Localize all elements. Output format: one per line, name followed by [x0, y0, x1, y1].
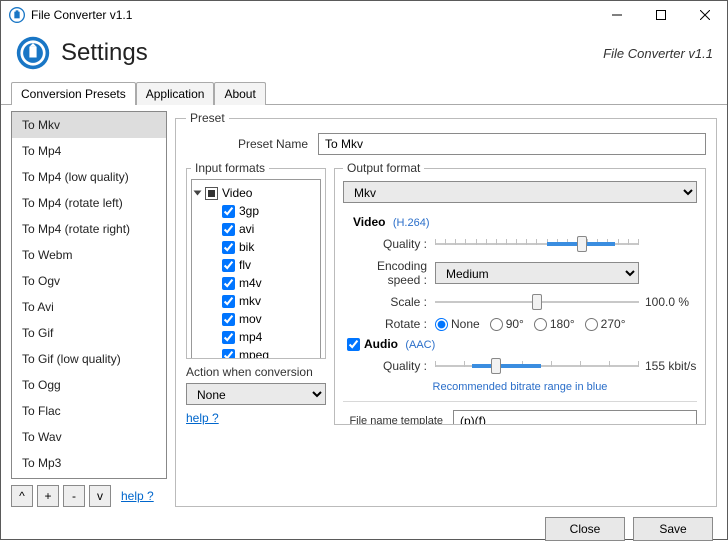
format-checkbox[interactable]	[222, 277, 235, 290]
scale-value: 100.0 %	[639, 295, 697, 309]
preset-list[interactable]: To Mkv To Mp4 To Mp4 (low quality) To Mp…	[11, 111, 167, 479]
header: Settings File Converter v1.1	[1, 29, 727, 81]
app-logo-icon	[15, 35, 51, 71]
tab-application[interactable]: Application	[136, 82, 215, 105]
output-format-select[interactable]: Mkv	[343, 181, 697, 203]
close-button[interactable]: Close	[545, 517, 625, 541]
rotate-none[interactable]: None	[435, 317, 480, 331]
version-label: File Converter v1.1	[603, 46, 713, 61]
tree-item[interactable]: 3gp	[194, 202, 318, 220]
expand-icon[interactable]	[194, 191, 202, 196]
tab-about[interactable]: About	[214, 82, 265, 105]
filename-template-input[interactable]	[453, 410, 697, 425]
format-tree[interactable]: Video 3gp avi bik flv m4v mkv mov mp4 mp…	[191, 179, 321, 359]
tree-item[interactable]: mov	[194, 310, 318, 328]
action-select[interactable]: None	[186, 383, 326, 405]
window-title: File Converter v1.1	[31, 8, 595, 22]
preset-item[interactable]: To Webm	[12, 242, 166, 268]
audio-enable-checkbox[interactable]	[347, 338, 360, 351]
output-format-fieldset: Output format Mkv Video (H.264) Quality …	[334, 161, 706, 425]
format-checkbox[interactable]	[222, 223, 235, 236]
tree-item[interactable]: flv	[194, 256, 318, 274]
filename-label: File name template	[343, 415, 453, 425]
titlebar: File Converter v1.1	[1, 1, 727, 29]
preset-item[interactable]: To Gif (low quality)	[12, 346, 166, 372]
encoding-speed-select[interactable]: Medium	[435, 262, 639, 284]
action-help-link[interactable]: help ?	[186, 411, 219, 425]
format-checkbox[interactable]	[222, 205, 235, 218]
audio-quality-slider[interactable]	[435, 357, 639, 375]
output-format-legend: Output format	[343, 161, 424, 175]
tab-conversion-presets[interactable]: Conversion Presets	[11, 82, 136, 105]
preset-name-input[interactable]	[318, 133, 706, 155]
close-window-button[interactable]	[683, 1, 727, 29]
tree-item[interactable]: m4v	[194, 274, 318, 292]
preset-fieldset: Preset Preset Name Input formats Video	[175, 111, 717, 507]
format-checkbox[interactable]	[222, 241, 235, 254]
scale-label: Scale :	[343, 295, 435, 309]
tree-item[interactable]: avi	[194, 220, 318, 238]
delete-preset-button[interactable]: -	[63, 485, 85, 507]
tabs: Conversion Presets Application About	[1, 81, 727, 105]
video-quality-label: Quality :	[343, 237, 435, 251]
video-quality-slider[interactable]	[435, 235, 639, 253]
rotate-270[interactable]: 270°	[585, 317, 626, 331]
preset-item[interactable]: To Flac	[12, 398, 166, 424]
tree-item[interactable]: bik	[194, 238, 318, 256]
preset-item[interactable]: To Gif	[12, 320, 166, 346]
app-icon	[9, 7, 25, 23]
input-formats-fieldset: Input formats Video 3gp avi bik flv m	[186, 161, 326, 359]
bitrate-recommend: Recommended bitrate range in blue	[343, 381, 697, 393]
format-checkbox[interactable]	[222, 313, 235, 326]
audio-quality-value: 155 kbit/s	[639, 359, 697, 373]
minimize-button[interactable]	[595, 1, 639, 29]
audio-quality-label: Quality :	[343, 359, 435, 373]
preset-item[interactable]: To Mp4 (low quality)	[12, 164, 166, 190]
preset-item[interactable]: To Mp4 (rotate right)	[12, 216, 166, 242]
format-checkbox[interactable]	[222, 295, 235, 308]
preset-help-link[interactable]: help ?	[121, 489, 154, 503]
tree-item[interactable]: mpeg	[194, 346, 318, 359]
preset-item[interactable]: To Mp4	[12, 138, 166, 164]
preset-legend: Preset	[186, 111, 229, 125]
tree-group-label: Video	[222, 186, 252, 200]
preset-item[interactable]: To Avi	[12, 294, 166, 320]
video-section-head: Video (H.264)	[353, 215, 697, 229]
preset-item[interactable]: To Mp4 (rotate left)	[12, 190, 166, 216]
preset-item[interactable]: To Ogg	[12, 372, 166, 398]
footer: Close Save	[1, 507, 727, 551]
save-button[interactable]: Save	[633, 517, 713, 541]
format-checkbox[interactable]	[222, 349, 235, 360]
tristate-checkbox[interactable]	[205, 187, 218, 200]
preset-item[interactable]: To Ogv	[12, 268, 166, 294]
encoding-speed-label: Encoding speed :	[343, 259, 435, 287]
input-formats-legend: Input formats	[191, 161, 269, 175]
audio-section-head: Audio (AAC)	[364, 337, 435, 351]
scale-slider[interactable]	[435, 293, 639, 311]
preset-item[interactable]: To Wav	[12, 424, 166, 450]
rotate-radios: None 90° 180° 270°	[435, 317, 639, 331]
add-preset-button[interactable]: +	[37, 485, 59, 507]
format-checkbox[interactable]	[222, 259, 235, 272]
format-checkbox[interactable]	[222, 331, 235, 344]
move-down-button[interactable]: v	[89, 485, 111, 507]
action-label: Action when conversion	[186, 365, 326, 379]
tree-item[interactable]: mkv	[194, 292, 318, 310]
rotate-180[interactable]: 180°	[534, 317, 575, 331]
tree-group-video[interactable]: Video	[194, 184, 318, 202]
preset-item[interactable]: To Mp3	[12, 450, 166, 476]
preset-item[interactable]: To Mkv	[12, 112, 166, 138]
move-up-button[interactable]: ^	[11, 485, 33, 507]
tree-item[interactable]: mp4	[194, 328, 318, 346]
maximize-button[interactable]	[639, 1, 683, 29]
preset-name-label: Preset Name	[186, 137, 318, 151]
rotate-90[interactable]: 90°	[490, 317, 524, 331]
page-title: Settings	[61, 39, 603, 67]
rotate-label: Rotate :	[343, 317, 435, 331]
